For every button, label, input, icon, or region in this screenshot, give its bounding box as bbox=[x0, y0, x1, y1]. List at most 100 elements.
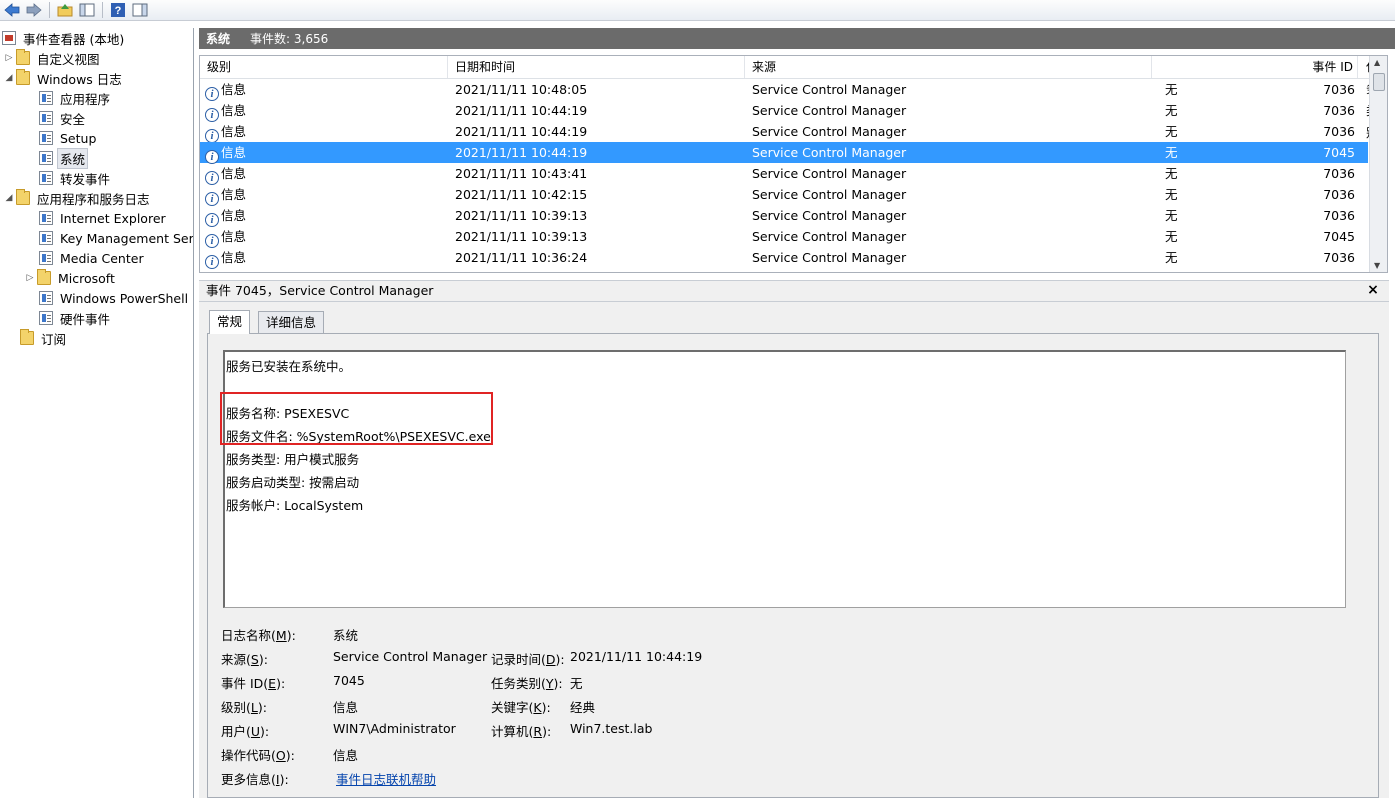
tree-item-setup[interactable]: Setup bbox=[39, 128, 98, 148]
tab-details[interactable]: 详细信息 bbox=[258, 311, 325, 334]
cell-text: 无 bbox=[1165, 103, 1178, 118]
tree-item-hardware-events[interactable]: 硬件事件 bbox=[39, 308, 112, 328]
cell-level: i 信息 bbox=[205, 205, 246, 227]
scroll-up-arrow-icon[interactable]: ▲ bbox=[1374, 58, 1380, 67]
cell-source: Service Control Manager bbox=[752, 205, 906, 226]
table-row[interactable]: i 信息 2021/11/11 10:44:19 Service Control Ma… bbox=[200, 100, 1368, 122]
online-help-link[interactable]: 事件日志联机帮助 bbox=[336, 769, 436, 788]
table-row[interactable]: i 信息 2021/11/11 10:44:19 Service Control Ma… bbox=[200, 121, 1368, 143]
tree-item-microsoft[interactable]: ▷ Microsoft bbox=[25, 268, 117, 288]
tree-item-event-viewer[interactable]: 事件查看器 (本地) bbox=[2, 28, 126, 48]
property-value-opcode: 信息 bbox=[333, 748, 359, 763]
toolbar: ? bbox=[0, 0, 1395, 21]
up-folder-icon[interactable] bbox=[55, 1, 75, 19]
cell-source: Service Control Manager bbox=[752, 100, 906, 121]
forward-arrow-icon[interactable] bbox=[24, 1, 44, 19]
log-icon bbox=[39, 231, 53, 245]
tree-item-key-management[interactable]: Key Management Serv bbox=[39, 228, 194, 248]
cell-text: Service Control Manager bbox=[752, 208, 907, 223]
table-row[interactable]: i 信息 2021/11/11 10:43:41 Service Control Ma… bbox=[200, 163, 1368, 185]
message-line: 服务类型: 用户模式服务 bbox=[226, 452, 360, 467]
column-header-source[interactable]: 来源 bbox=[745, 56, 1152, 78]
tree-item-application[interactable]: 应用程序 bbox=[39, 88, 112, 108]
table-row[interactable]: i 信息 2021/11/11 10:48:05 Service Control Ma… bbox=[200, 79, 1368, 101]
cell-datetime: 2021/11/11 10:39:13 bbox=[455, 226, 587, 247]
cell-id: 7045 bbox=[1105, 226, 1355, 247]
log-icon bbox=[39, 291, 53, 305]
toolbar-separator bbox=[102, 2, 103, 18]
table-row[interactable]: i 信息 2021/11/11 10:44:19 Service Control Ma… bbox=[200, 142, 1368, 164]
expand-arrow-icon[interactable]: ▷ bbox=[4, 53, 14, 63]
log-icon bbox=[39, 251, 53, 265]
scroll-down-arrow-icon[interactable]: ▼ bbox=[1374, 261, 1380, 270]
cell-text: 2021/11/11 10:44:19 bbox=[455, 103, 588, 118]
log-icon bbox=[39, 211, 53, 225]
cell-text: 2021/11/11 10:43:41 bbox=[455, 166, 588, 181]
cell-text: 信息 bbox=[221, 124, 247, 139]
tree-item-label: Internet Explorer bbox=[60, 210, 166, 226]
cell-text: 7036 bbox=[1323, 250, 1355, 265]
tree-item-forwarded-events[interactable]: 转发事件 bbox=[39, 168, 112, 188]
table-row[interactable]: i 信息 2021/11/11 10:36:24 Service Control Ma… bbox=[200, 247, 1368, 269]
back-arrow-icon[interactable] bbox=[2, 1, 22, 19]
column-header-datetime[interactable]: 日期和时间 bbox=[448, 56, 745, 78]
cell-text: Service Control Manager bbox=[752, 124, 907, 139]
subscription-icon bbox=[20, 329, 34, 345]
tree-item-app-service-logs[interactable]: ◢ 应用程序和服务日志 bbox=[4, 188, 152, 208]
cell-level: i 信息 bbox=[205, 247, 246, 269]
property-value-task-category: 无 bbox=[570, 676, 583, 691]
property-label-computer: 计算机(R): bbox=[491, 724, 552, 739]
property-label-source: 来源(S): bbox=[221, 652, 268, 667]
cell-text: 2021/11/11 10:44:19 bbox=[455, 124, 588, 139]
cell-text: 7036 bbox=[1323, 187, 1355, 202]
cell-text: 无 bbox=[1165, 124, 1178, 139]
cell-text: 信息 bbox=[221, 166, 247, 181]
event-detail-title: 事件 7045，Service Control Manager bbox=[199, 280, 1389, 302]
cell-datetime: 2021/11/11 10:44:19 bbox=[455, 142, 587, 163]
close-icon[interactable]: × bbox=[1366, 283, 1380, 297]
collapse-arrow-icon[interactable]: ◢ bbox=[4, 73, 14, 83]
tree-item-media-center[interactable]: Media Center bbox=[39, 248, 146, 268]
cell-text: 7045 bbox=[1323, 145, 1355, 160]
expand-arrow-icon[interactable]: ▷ bbox=[25, 273, 35, 283]
tree-item-label: Key Management Serv bbox=[60, 230, 194, 246]
tree-item-system[interactable]: 系统 bbox=[39, 147, 89, 169]
tree-item-internet-explorer[interactable]: Internet Explorer bbox=[39, 208, 168, 228]
tree-item-windows-powershell[interactable]: Windows PowerShell bbox=[39, 288, 190, 308]
cell-datetime: 2021/11/11 10:36:24 bbox=[455, 247, 587, 268]
cell-text: Service Control Manager bbox=[752, 250, 907, 265]
cell-source: Service Control Manager bbox=[752, 142, 906, 163]
cell-text: 信息 bbox=[221, 82, 247, 97]
table-row[interactable]: i 信息 2021/11/11 10:39:13 Service Control Ma… bbox=[200, 226, 1368, 248]
cell-text: 2021/11/11 10:44:19 bbox=[455, 145, 588, 160]
log-icon bbox=[39, 131, 53, 145]
cell-category: 无 bbox=[1165, 205, 1178, 226]
scrollbar-thumb[interactable] bbox=[1373, 73, 1385, 91]
cell-level: i 信息 bbox=[205, 184, 246, 206]
cell-text: Service Control Manager bbox=[752, 145, 907, 160]
tree-item-label: 应用程序和服务日志 bbox=[37, 191, 150, 207]
table-row[interactable]: i 信息 2021/11/11 10:39:13 Service Control Ma… bbox=[200, 205, 1368, 227]
pane-header: 系统 事件数: 3,656 bbox=[199, 28, 1395, 49]
column-header-level[interactable]: 级别 bbox=[200, 56, 448, 78]
show-hide-action-pane-icon[interactable] bbox=[130, 1, 150, 19]
vertical-scrollbar[interactable]: ▲ ▼ bbox=[1369, 56, 1387, 272]
cell-id: 7036 bbox=[1105, 79, 1355, 100]
cell-id: 7036 bbox=[1105, 100, 1355, 121]
tree-item-security[interactable]: 安全 bbox=[39, 108, 87, 128]
cell-text: 7036 bbox=[1323, 124, 1355, 139]
cell-datetime: 2021/11/11 10:48:05 bbox=[455, 79, 587, 100]
event-message-box[interactable] bbox=[223, 350, 1346, 608]
tree-item-windows-logs[interactable]: ◢ Windows 日志 bbox=[4, 68, 124, 88]
property-label-task-category: 任务类别(Y): bbox=[491, 676, 563, 691]
help-icon[interactable]: ? bbox=[108, 1, 128, 19]
tree-item-custom-views[interactable]: ▷ 自定义视图 bbox=[4, 48, 102, 68]
show-hide-tree-icon[interactable] bbox=[77, 1, 97, 19]
cell-source: Service Control Manager bbox=[752, 163, 906, 184]
tree-item-subscriptions[interactable]: 订阅 bbox=[20, 328, 68, 348]
tab-general[interactable]: 常规 bbox=[209, 310, 251, 334]
table-row[interactable]: i 信息 2021/11/11 10:42:15 Service Control Ma… bbox=[200, 184, 1368, 206]
cell-text: 无 bbox=[1165, 166, 1178, 181]
collapse-arrow-icon[interactable]: ◢ bbox=[4, 193, 14, 203]
column-header-category[interactable]: 任务类别 bbox=[1158, 56, 1378, 140]
